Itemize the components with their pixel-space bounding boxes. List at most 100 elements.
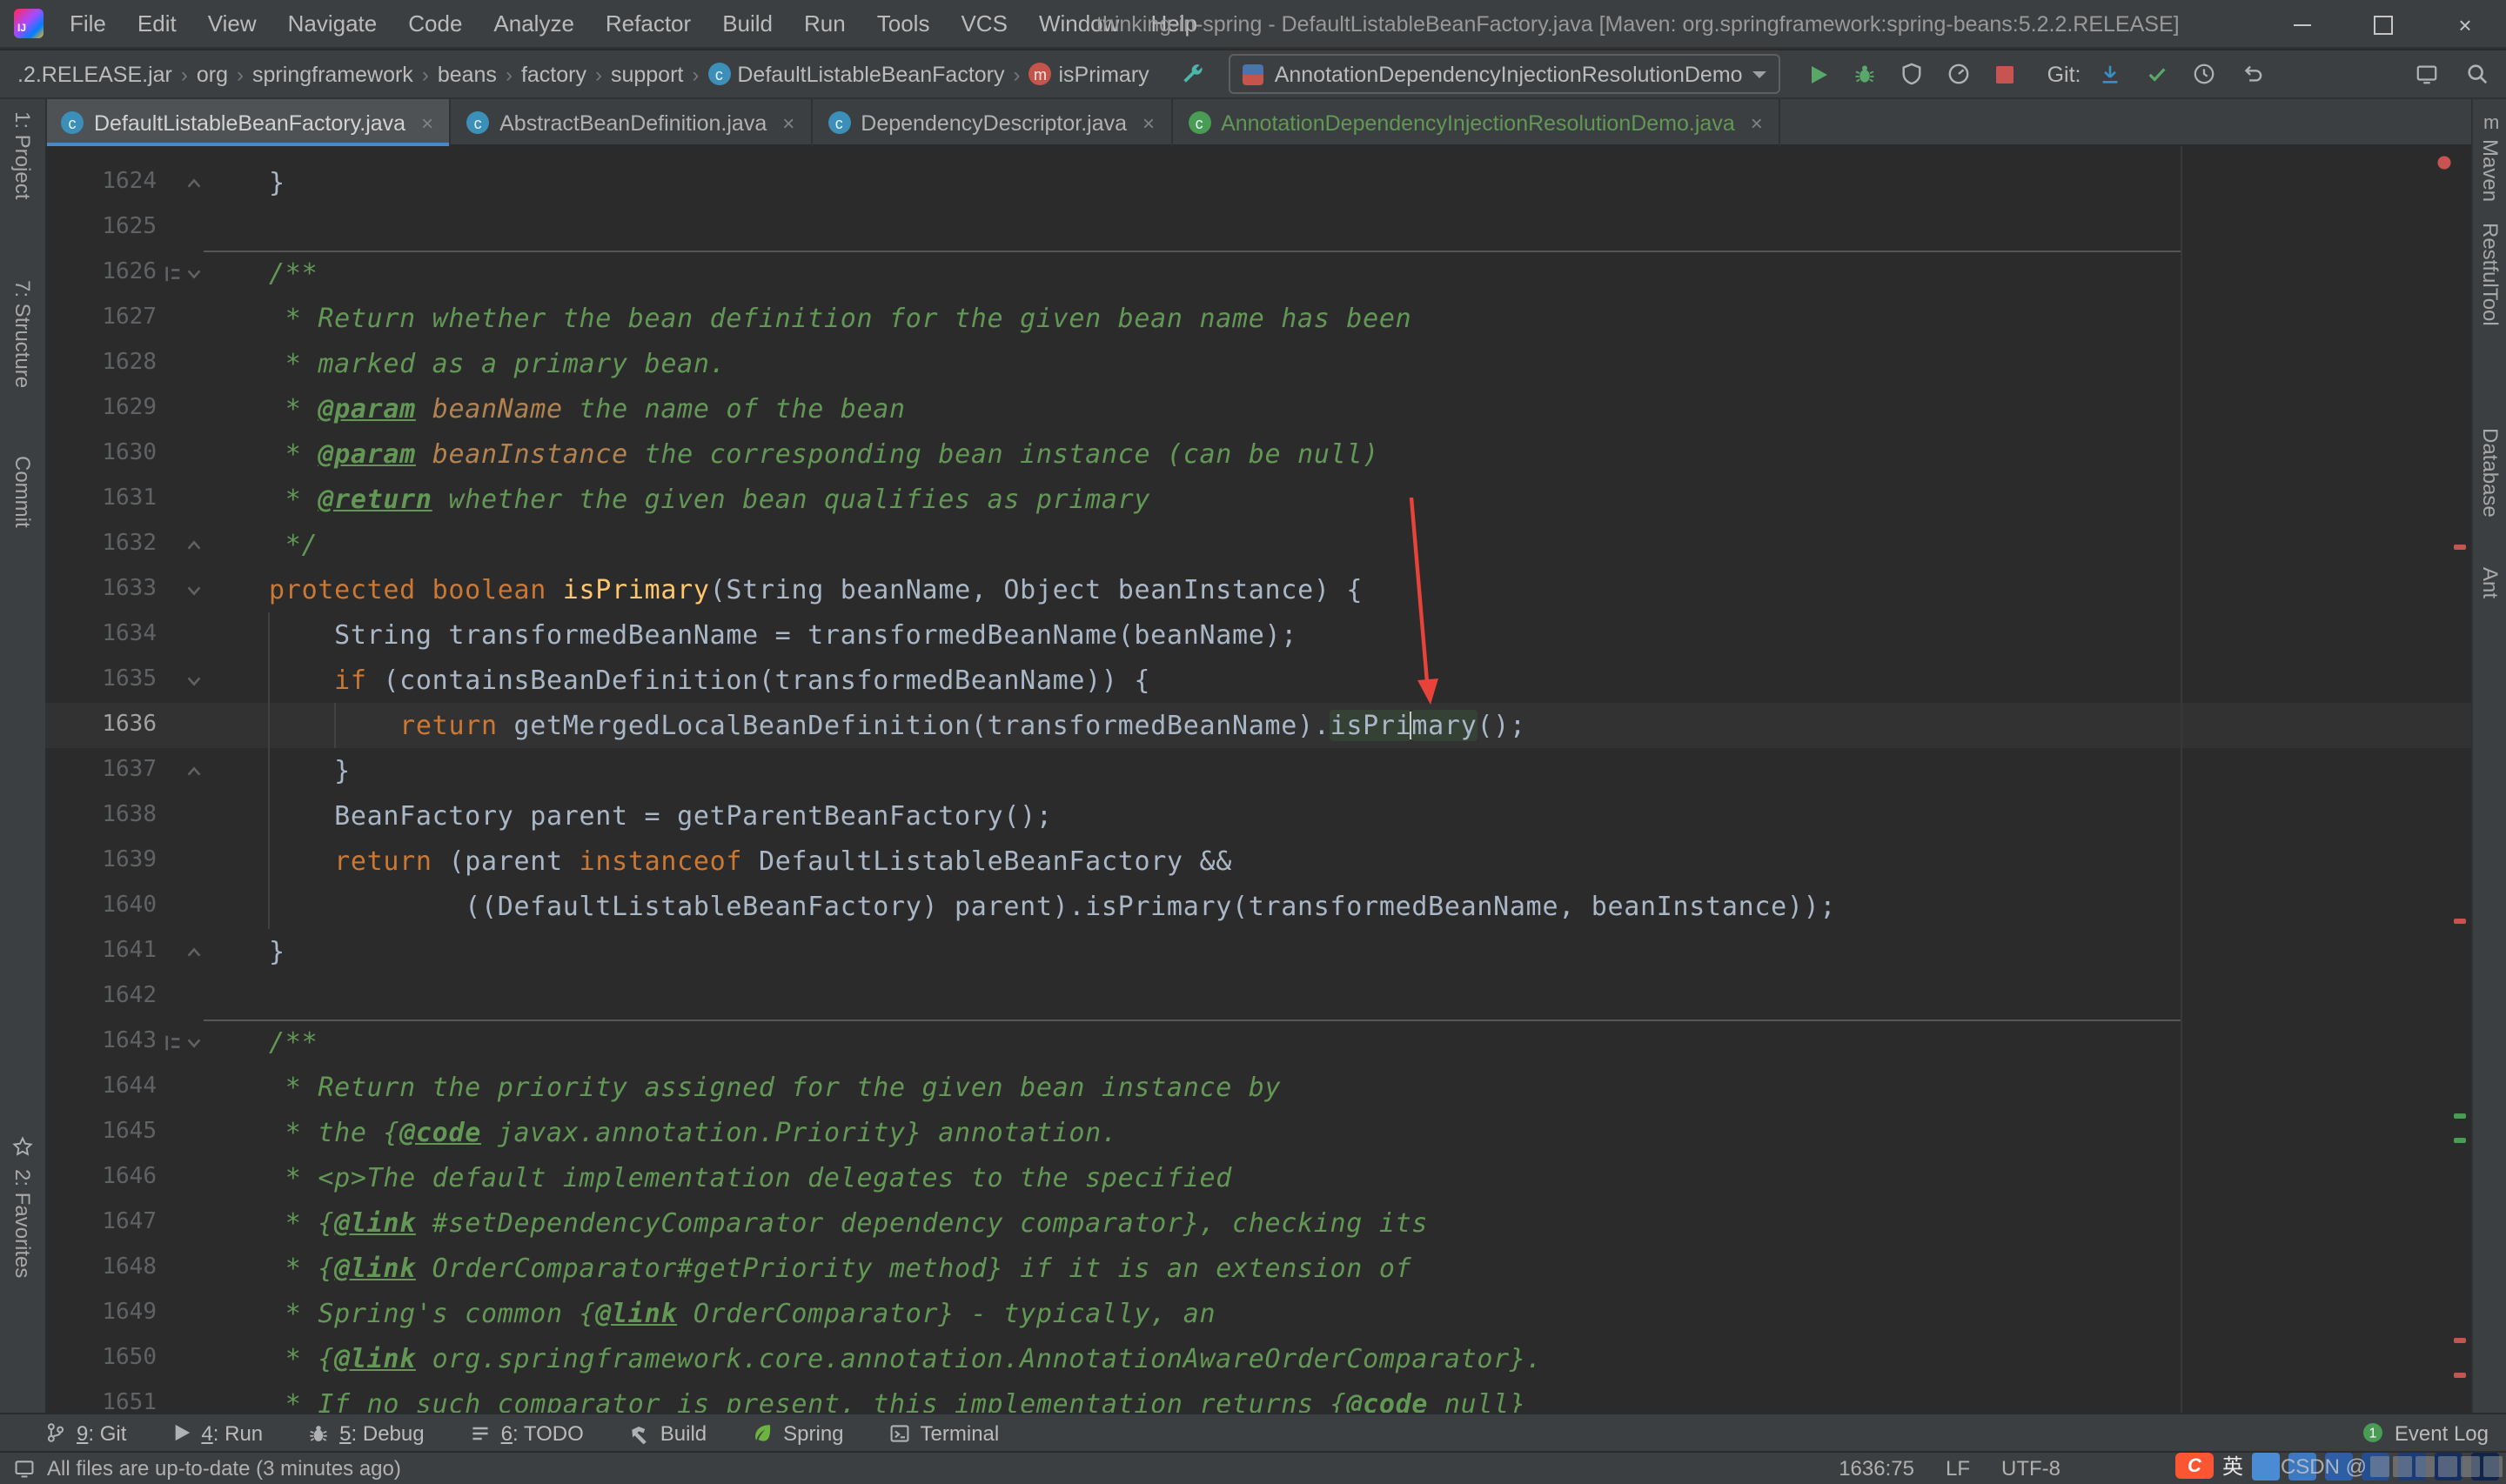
line-number[interactable]: 1650 [45, 1336, 157, 1381]
line-number[interactable]: 1628 [45, 341, 157, 386]
line-number[interactable]: 1627 [45, 296, 157, 341]
line-number[interactable]: 1651 [45, 1381, 157, 1413]
toolwindow-button-terminal[interactable]: Terminal [889, 1420, 1000, 1445]
line-number[interactable]: 1625 [45, 205, 157, 251]
menu-build[interactable]: Build [707, 0, 788, 48]
line-number[interactable]: 1626 [45, 251, 157, 296]
line-number[interactable]: 1643 [45, 1019, 157, 1065]
menu-analyze[interactable]: Analyze [478, 0, 590, 48]
breadcrumb-item-support[interactable]: support [607, 62, 687, 86]
editor-line[interactable]: 1626 /** [45, 251, 2471, 296]
stop-button[interactable] [1995, 64, 2016, 84]
fold-start-icon[interactable] [184, 1033, 204, 1053]
sidebar-item-2-favorites[interactable]: 2: Favorites [10, 1169, 35, 1278]
fold-start-icon[interactable] [184, 264, 204, 284]
tray-icon[interactable] [2252, 1452, 2280, 1480]
breadcrumb-item--2-release-jar[interactable]: .2.RELEASE.jar [14, 62, 176, 86]
vcs-status-message[interactable]: All files are up-to-date (3 minutes ago) [47, 1456, 401, 1481]
editor-line[interactable]: 1632 */ [45, 522, 2471, 567]
fold-end-icon[interactable] [184, 536, 204, 555]
wrench-icon[interactable] [1181, 62, 1205, 86]
run-configuration-select[interactable]: AnnotationDependencyInjectionResolutionD… [1230, 54, 1781, 94]
editor-line[interactable]: 1627 * Return whether the bean definitio… [45, 296, 2471, 341]
line-number[interactable]: 1632 [45, 522, 157, 567]
toolwindow-button-build[interactable]: Build [629, 1420, 707, 1445]
editor-line[interactable]: 1651 * If no such comparator is present,… [45, 1381, 2471, 1413]
event-log-button[interactable]: 1 Event Log [2362, 1420, 2489, 1445]
editor-line[interactable]: 1639 return (parent instanceof DefaultLi… [45, 839, 2471, 884]
editor-line[interactable]: 1634 String transformedBeanName = transf… [45, 612, 2471, 658]
ime-indicator[interactable]: 英 [2222, 1451, 2243, 1481]
close-icon[interactable]: × [1751, 110, 1763, 135]
line-number[interactable]: 1635 [45, 658, 157, 703]
line-number[interactable]: 1646 [45, 1155, 157, 1200]
editor-line[interactable]: 1635 if (containsBeanDefinition(transfor… [45, 658, 2471, 703]
tab-abstractbeandefinition[interactable]: cAbstractBeanDefinition.java× [451, 99, 812, 146]
tab-annotationdependencyinjectionresolutiondemo[interactable]: cAnnotationDependencyInjectionResolution… [1172, 99, 1780, 146]
line-number[interactable]: 1640 [45, 884, 157, 929]
fold-start-icon[interactable] [184, 672, 204, 691]
toolwindow-button-5-debug[interactable]: 5: Debug [308, 1420, 424, 1445]
line-number[interactable]: 1647 [45, 1200, 157, 1246]
code-editor[interactable]: 1624 }16251626 /**1627 * Return whether … [45, 146, 2471, 1413]
layout-button[interactable] [2416, 63, 2438, 85]
commit-button[interactable] [2145, 63, 2168, 85]
editor-line[interactable]: 1633 protected boolean isPrimary(String … [45, 567, 2471, 612]
line-number[interactable]: 1630 [45, 431, 157, 477]
close-icon[interactable]: × [421, 110, 433, 135]
inspections-indicator-icon[interactable] [2436, 155, 2452, 170]
coverage-button[interactable] [1901, 63, 1924, 85]
editor-line[interactable]: 1624 } [45, 160, 2471, 205]
minimize-button[interactable] [2261, 0, 2342, 49]
fold-start-icon[interactable] [184, 581, 204, 600]
editor-line[interactable]: 1638 BeanFactory parent = getParentBeanF… [45, 793, 2471, 839]
menu-edit[interactable]: Edit [122, 0, 192, 48]
editor-line[interactable]: 1640 ((DefaultListableBeanFactory) paren… [45, 884, 2471, 929]
editor-line[interactable]: 1630 * @param beanInstance the correspon… [45, 431, 2471, 477]
editor-line[interactable]: 1637 } [45, 748, 2471, 793]
sidebar-item-restfultool[interactable]: RestfulTool [2478, 223, 2503, 326]
breadcrumb-item-beans[interactable]: beans [434, 62, 500, 86]
editor-line[interactable]: 1643 /** [45, 1019, 2471, 1065]
sidebar-item-maven[interactable]: Maven [2478, 139, 2503, 202]
profiler-button[interactable] [1948, 63, 1971, 85]
breadcrumb-item-springframework[interactable]: springframework [249, 62, 417, 86]
line-number[interactable]: 1636 [45, 703, 157, 748]
breadcrumb-item-org[interactable]: org [193, 62, 231, 86]
line-number[interactable]: 1641 [45, 929, 157, 974]
rollback-button[interactable] [2239, 63, 2261, 85]
line-ending-widget[interactable]: LF [1946, 1456, 1970, 1481]
line-number[interactable]: 1629 [45, 386, 157, 431]
tab-defaultlistablebeanfactory[interactable]: cDefaultListableBeanFactory.java× [45, 99, 451, 146]
editor-line[interactable]: 1625 [45, 205, 2471, 251]
editor-line[interactable]: 1648 * {@link OrderComparator#getPriorit… [45, 1246, 2471, 1291]
line-number[interactable]: 1644 [45, 1065, 157, 1110]
debug-button[interactable] [1854, 63, 1877, 85]
line-number[interactable]: 1631 [45, 477, 157, 522]
breadcrumb-item-defaultlistablebeanfactory[interactable]: cDefaultListableBeanFactory [704, 62, 1008, 86]
toolwindow-button-spring[interactable]: Spring [752, 1420, 843, 1445]
editor-line[interactable]: 1647 * {@link #setDependencyComparator d… [45, 1200, 2471, 1246]
line-number[interactable]: 1649 [45, 1291, 157, 1336]
editor-line[interactable]: 1650 * {@link org.springframework.core.a… [45, 1336, 2471, 1381]
close-icon[interactable]: × [1142, 110, 1155, 135]
menu-file[interactable]: File [54, 0, 122, 48]
line-number[interactable]: 1638 [45, 793, 157, 839]
run-button[interactable] [1809, 64, 1830, 84]
fold-end-icon[interactable] [184, 174, 204, 193]
menu-tools[interactable]: Tools [861, 0, 946, 48]
sidebar-item-1-project[interactable]: 1: Project [10, 111, 35, 199]
close-button[interactable]: × [2424, 0, 2506, 49]
breadcrumb-item-isprimary[interactable]: misPrimary [1026, 62, 1153, 86]
editor-line[interactable]: 1629 * @param beanName the name of the b… [45, 386, 2471, 431]
menu-navigate[interactable]: Navigate [272, 0, 393, 48]
doc-comment-icon[interactable] [164, 1033, 183, 1053]
toolwindow-button-6-todo[interactable]: 6: TODO [470, 1420, 584, 1445]
editor-line[interactable]: 1636 return getMergedLocalBeanDefinition… [45, 703, 2471, 748]
editor-line[interactable]: 1649 * Spring's common {@link OrderCompa… [45, 1291, 2471, 1336]
line-number[interactable]: 1637 [45, 748, 157, 793]
toolwindow-button-9-git[interactable]: 9: Git [45, 1420, 126, 1445]
search-everywhere-button[interactable] [2466, 63, 2489, 85]
doc-comment-icon[interactable] [164, 264, 183, 284]
line-number[interactable]: 1624 [45, 160, 157, 205]
